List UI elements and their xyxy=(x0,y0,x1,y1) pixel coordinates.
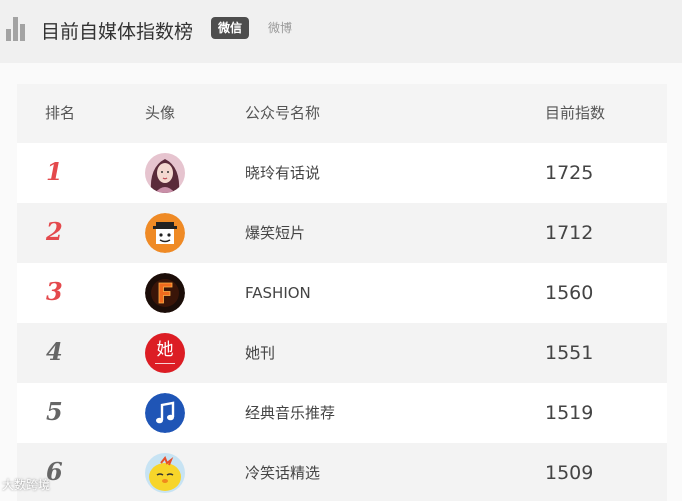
table-row[interactable]: 1 晓玲有话说 1725 xyxy=(17,143,667,203)
table-row[interactable]: 2 爆笑短片 1712 xyxy=(17,203,667,263)
rank-number: 3 xyxy=(46,277,63,306)
page-header: 目前自媒体指数榜 微信 微博 xyxy=(0,0,682,62)
index-score: 1712 xyxy=(545,222,594,244)
rank-number: 1 xyxy=(46,157,63,186)
column-header-rank: 排名 xyxy=(45,104,76,122)
index-score: 1519 xyxy=(545,402,594,424)
page-title: 目前自媒体指数榜 xyxy=(41,21,194,43)
table-row[interactable]: 4 她 她刊 1551 xyxy=(17,323,667,383)
table-row[interactable]: 6 冷笑话精选 1509 xyxy=(17,443,667,501)
cartoon-face-icon[interactable] xyxy=(145,213,185,253)
music-note-icon[interactable] xyxy=(145,393,185,433)
index-score: 1509 xyxy=(545,462,594,484)
taken-logo-icon[interactable]: 她 xyxy=(145,333,185,373)
rank-number: 4 xyxy=(46,337,63,366)
bar-chart-icon xyxy=(6,15,28,41)
account-name[interactable]: 爆笑短片 xyxy=(245,203,305,263)
index-score: 1725 xyxy=(545,162,594,184)
ranking-table: 排名 头像 公众号名称 目前指数 1 晓玲有话说 1725 2 爆笑短片 171… xyxy=(17,84,667,501)
woman-portrait-icon[interactable] xyxy=(145,153,185,193)
account-name[interactable]: 她刊 xyxy=(245,323,275,383)
index-score: 1560 xyxy=(545,282,594,304)
rank-number: 2 xyxy=(46,217,63,246)
tab-weibo[interactable]: 微博 xyxy=(268,17,292,39)
table-row[interactable]: 3 FASHION 1560 xyxy=(17,263,667,323)
watermark: 大数跨境 xyxy=(2,478,51,492)
rank-number: 5 xyxy=(46,397,63,426)
table-header: 排名 头像 公众号名称 目前指数 xyxy=(17,84,667,143)
index-score: 1551 xyxy=(545,342,594,364)
column-header-account-name: 公众号名称 xyxy=(245,104,321,122)
account-name[interactable]: 冷笑话精选 xyxy=(245,443,320,501)
yellow-chick-icon[interactable] xyxy=(145,453,185,493)
account-name[interactable]: 晓玲有话说 xyxy=(245,143,320,203)
column-header-avatar: 头像 xyxy=(145,104,176,122)
flame-letter-f-icon[interactable] xyxy=(145,273,185,313)
account-name[interactable]: 经典音乐推荐 xyxy=(245,383,335,443)
avatar-logo-text: 她 xyxy=(156,340,174,360)
tab-wechat[interactable]: 微信 xyxy=(211,17,250,39)
account-name[interactable]: FASHION xyxy=(245,263,311,323)
table-row[interactable]: 5 经典音乐推荐 1519 xyxy=(17,383,667,443)
column-header-index: 目前指数 xyxy=(545,104,606,122)
